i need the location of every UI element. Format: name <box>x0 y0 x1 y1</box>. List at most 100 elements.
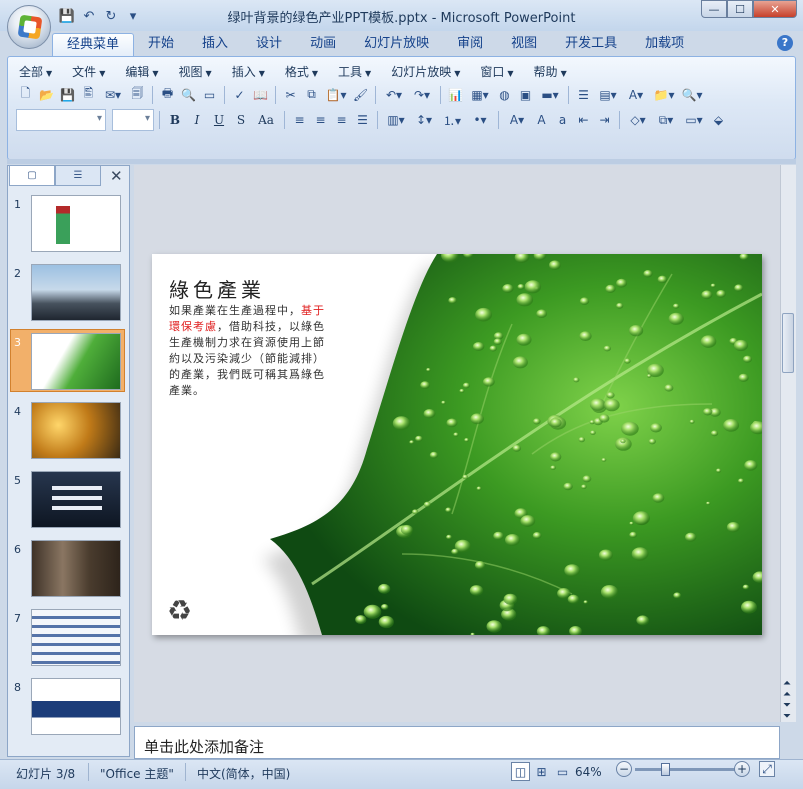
grow-font-icon[interactable]: A <box>532 111 551 130</box>
save-icon[interactable]: 💾 <box>58 7 76 25</box>
menu-file[interactable]: 文件 ▼ <box>65 63 112 81</box>
numbering-icon[interactable]: ⒈▾ <box>439 111 465 130</box>
insert-clipart-icon[interactable]: ◍ <box>495 85 514 104</box>
print-icon[interactable]: 🖶 <box>158 85 177 104</box>
close-icon[interactable]: ✕ <box>110 167 123 185</box>
font-name-combo[interactable] <box>16 109 106 131</box>
current-slide[interactable]: 綠色產業 如果產業在生產過程中，基于環保考慮，借助科技，以綠色生產機制力求在資源… <box>152 254 762 635</box>
slide-thumbnail-7[interactable] <box>31 609 121 666</box>
new-slide-icon[interactable]: ☰ <box>574 85 593 104</box>
shadow-button[interactable]: S <box>231 111 251 130</box>
bold-button[interactable]: B <box>165 111 185 130</box>
slide-thumbnail-3[interactable] <box>31 333 121 390</box>
tab-developer[interactable]: 开发工具 <box>551 33 631 57</box>
tab-home[interactable]: 开始 <box>134 33 188 57</box>
menu-insert[interactable]: 插入 ▼ <box>225 63 272 81</box>
redo-icon[interactable]: ↷▾ <box>409 85 435 104</box>
redo-icon[interactable]: ↻ <box>102 7 120 25</box>
shapes-icon[interactable]: ◇▾ <box>625 111 651 130</box>
new-file-icon[interactable]: 🗋 <box>16 85 35 104</box>
font-color-icon[interactable]: A▾ <box>504 111 530 130</box>
tab-design[interactable]: 设计 <box>242 33 296 57</box>
zoom-in-button[interactable]: + <box>734 761 750 777</box>
menu-view[interactable]: 视图 ▼ <box>172 63 219 81</box>
slide-thumbnail-1[interactable] <box>31 195 121 252</box>
prev-slide-icon[interactable]: ⏶ ⏶ <box>783 678 791 700</box>
align-left-icon[interactable]: ≡ <box>290 111 309 130</box>
slide-thumbnail-5[interactable] <box>31 471 121 528</box>
spelling-icon[interactable]: ✓ <box>230 85 249 104</box>
menu-help[interactable]: 帮助 ▼ <box>527 63 574 81</box>
slide-thumbnail-4[interactable] <box>31 402 121 459</box>
underline-button[interactable]: U <box>209 111 229 130</box>
menu-format[interactable]: 格式 ▼ <box>278 63 325 81</box>
color-grayscale-icon[interactable]: ▣ <box>516 85 535 104</box>
slide-title[interactable]: 綠色產業 <box>169 274 265 303</box>
format-painter-icon[interactable]: 🖌 <box>351 85 370 104</box>
bullets-icon[interactable]: •▾ <box>467 111 493 130</box>
color-view-icon[interactable]: ▬▾ <box>537 85 563 104</box>
slide-thumbnail-2[interactable] <box>31 264 121 321</box>
normal-view-icon[interactable]: ◫ <box>511 762 530 781</box>
slide-thumbnail-8[interactable] <box>31 678 121 735</box>
scrollbar-thumb[interactable] <box>782 313 794 373</box>
menu-tools[interactable]: 工具 ▼ <box>331 63 378 81</box>
tab-slideshow[interactable]: 幻灯片放映 <box>350 33 443 57</box>
slide-thumbnail-6[interactable] <box>31 540 121 597</box>
vertical-scrollbar[interactable] <box>780 165 796 722</box>
menu-window[interactable]: 窗口 ▼ <box>473 63 520 81</box>
tab-outline[interactable]: ☰ <box>55 165 101 186</box>
open-file-icon[interactable]: 📂 <box>37 85 56 104</box>
shrink-font-icon[interactable]: a <box>553 111 572 130</box>
tab-insert[interactable]: 插入 <box>188 33 242 57</box>
tab-view[interactable]: 视图 <box>497 33 551 57</box>
customize-qat-icon[interactable]: ▾ <box>124 7 142 25</box>
insert-table-icon[interactable]: ▦▾ <box>467 85 493 104</box>
tab-slides[interactable]: ▢ <box>9 165 55 186</box>
slide-show-icon[interactable]: ▭ <box>200 85 219 104</box>
align-right-icon[interactable]: ≡ <box>332 111 351 130</box>
layout-icon[interactable]: ▤▾ <box>595 85 621 104</box>
slide-sorter-icon[interactable]: ⊞ <box>532 762 551 781</box>
research-icon[interactable]: 📖 <box>251 85 270 104</box>
print-preview-icon[interactable]: 🔍 <box>179 85 198 104</box>
copy-icon[interactable]: ⧉ <box>302 85 321 104</box>
italic-button[interactable]: I <box>187 111 207 130</box>
undo-icon[interactable]: ↶▾ <box>381 85 407 104</box>
arrange-icon[interactable]: ⧉▾ <box>653 111 679 130</box>
fit-to-window-icon[interactable]: ⤢ <box>759 761 775 777</box>
permission-icon[interactable]: 🖺 <box>79 85 98 104</box>
slide-body-text[interactable]: 如果產業在生產過程中，基于環保考慮，借助科技，以綠色生產機制力求在資源使用上節約… <box>169 303 327 399</box>
minimize-button[interactable]: — <box>701 0 727 18</box>
menu-slideshow[interactable]: 幻灯片放映 ▼ <box>384 63 467 81</box>
insert-chart-icon[interactable]: 📊 <box>446 85 465 104</box>
save-icon[interactable]: 💾 <box>58 85 77 104</box>
slide-show-view-icon[interactable]: ▭ <box>553 762 572 781</box>
textbox-icon[interactable]: A▾ <box>623 85 649 104</box>
align-center-icon[interactable]: ≡ <box>311 111 330 130</box>
menu-all[interactable]: 全部 ▼ <box>12 63 59 81</box>
font-size-combo[interactable] <box>112 109 154 131</box>
line-spacing-icon[interactable]: ↕▾ <box>411 111 437 130</box>
justify-icon[interactable]: ☰ <box>353 111 372 130</box>
tab-review[interactable]: 审阅 <box>443 33 497 57</box>
help-icon[interactable]: ? <box>777 35 793 51</box>
paste-icon[interactable]: 📋▾ <box>323 85 349 104</box>
theme-name[interactable]: "Office 主题" <box>100 765 174 782</box>
zoom-slider-knob[interactable] <box>661 763 670 776</box>
undo-icon[interactable]: ↶ <box>80 7 98 25</box>
language-indicator[interactable]: 中文(简体，中国) <box>197 765 290 782</box>
next-slide-icon[interactable]: ⏷ ⏷ <box>783 700 791 722</box>
tab-addins[interactable]: 加载项 <box>631 33 698 57</box>
maximize-button[interactable]: ☐ <box>727 0 753 18</box>
change-case-button[interactable]: Aa <box>253 111 279 130</box>
email-icon[interactable]: ✉▾ <box>100 85 126 104</box>
folder-icon[interactable]: 📁▾ <box>651 85 677 104</box>
zoom-icon[interactable]: 🔍▾ <box>679 85 705 104</box>
publish-icon[interactable]: 🗐 <box>128 85 147 104</box>
fill-icon[interactable]: ⬙ <box>709 111 728 130</box>
tab-classic-menu[interactable]: 经典菜单 <box>52 33 135 57</box>
zoom-level[interactable]: 64% <box>575 765 602 779</box>
columns-icon[interactable]: ▥▾ <box>383 111 409 130</box>
tab-animations[interactable]: 动画 <box>296 33 350 57</box>
